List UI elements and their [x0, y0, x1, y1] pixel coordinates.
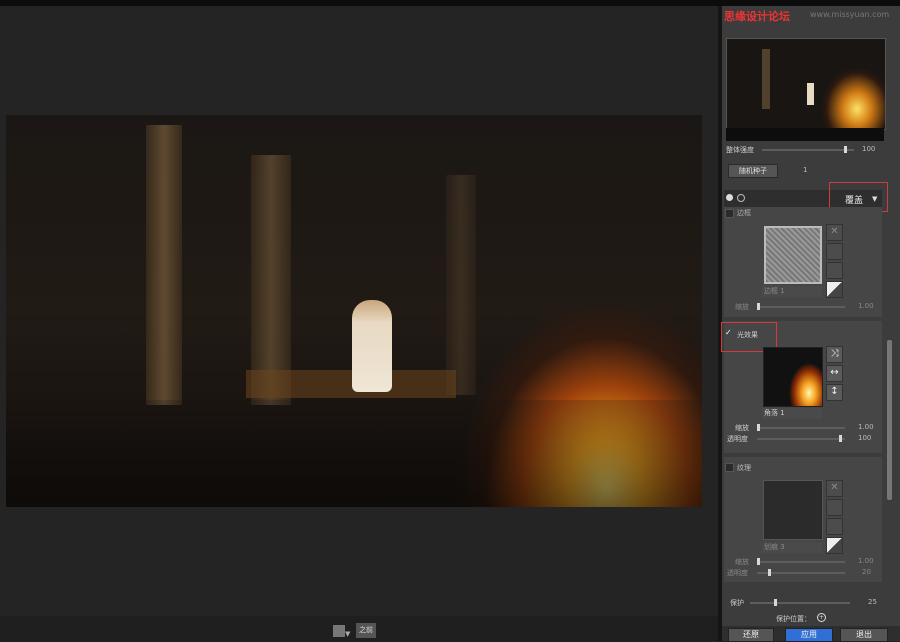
light-scale-slider[interactable]	[757, 427, 845, 429]
shuffle-icon[interactable]: ✕	[826, 224, 843, 241]
preview-figure	[807, 83, 814, 105]
pillar-center	[251, 155, 291, 405]
watermark: 思缘设计论坛	[724, 10, 790, 23]
border-scale-value: 1.00	[858, 302, 874, 310]
invert-icon[interactable]	[826, 537, 843, 554]
border-preset-select[interactable]: 边框 1	[762, 286, 822, 297]
texture-checkbox[interactable]	[725, 463, 734, 472]
radio-on-icon[interactable]	[726, 194, 733, 201]
texture-thumbnail[interactable]	[763, 480, 823, 540]
light-opacity-value: 100	[858, 434, 872, 442]
protect-value: 25	[868, 598, 877, 606]
light-effect-thumbnail[interactable]	[763, 347, 823, 407]
panel-scrollbar[interactable]	[887, 340, 892, 500]
photo-preview[interactable]	[6, 115, 702, 507]
reset-button[interactable]: 还原	[728, 628, 774, 642]
watermark-url: www.missyuan.com	[810, 10, 890, 19]
chevron-down-icon[interactable]: ▼	[345, 630, 350, 638]
overall-opacity-slider[interactable]	[762, 149, 854, 151]
light-opacity-thumb[interactable]	[839, 435, 842, 442]
texture-opacity-label: 透明度	[727, 569, 748, 577]
light-opacity-slider[interactable]	[757, 438, 845, 440]
border-scale-slider[interactable]	[757, 306, 845, 308]
overall-opacity-label: 整体强度	[726, 146, 754, 154]
light-opacity-label: 透明度	[727, 435, 748, 443]
texture-scale-thumb[interactable]	[757, 558, 760, 565]
light-scale-value: 1.00	[858, 423, 874, 431]
floor-reflection	[6, 400, 702, 507]
shuffle-icon[interactable]: ✕	[826, 480, 843, 497]
texture-scale-label: 缩放	[735, 558, 749, 566]
border-scale-thumb[interactable]	[757, 303, 760, 310]
pillar-left	[146, 125, 182, 405]
flip-vertical-icon[interactable]: ↕	[826, 384, 843, 401]
kneeling-figure	[352, 300, 392, 392]
navigator-preview[interactable]	[726, 38, 886, 130]
crosshair-icon[interactable]: +	[817, 613, 826, 622]
light-scale-label: 缩放	[735, 424, 749, 432]
preview-strip	[726, 128, 884, 141]
exit-button[interactable]: 退出	[840, 628, 888, 642]
protect-slider[interactable]	[750, 602, 850, 604]
border-label: 边框	[737, 209, 751, 217]
texture-opacity-thumb[interactable]	[768, 569, 771, 576]
color-swatch[interactable]	[333, 625, 345, 637]
overall-opacity-thumb[interactable]	[844, 146, 847, 153]
protect-thumb[interactable]	[774, 599, 777, 606]
stage-ledge	[246, 370, 456, 398]
texture-preset-select[interactable]: 划痕 3	[762, 542, 822, 553]
random-seed-button[interactable]: 随机种子	[728, 164, 778, 178]
before-button[interactable]: 之前	[356, 623, 376, 638]
protect-label: 保护	[730, 599, 744, 607]
border-checkbox[interactable]	[725, 209, 734, 218]
invert-icon[interactable]	[826, 281, 843, 298]
light-effect-preset-select[interactable]: 角落 1	[762, 408, 822, 419]
flip-horizontal-icon[interactable]: ↔	[826, 365, 843, 382]
flip-horizontal-icon[interactable]	[826, 499, 843, 516]
overall-opacity-value: 100	[862, 145, 876, 153]
light-scale-thumb[interactable]	[757, 424, 760, 431]
flip-horizontal-icon[interactable]	[826, 243, 843, 260]
preview-pillar	[762, 49, 770, 109]
radio-off-icon[interactable]	[737, 194, 745, 202]
pillar-right	[446, 175, 476, 395]
border-scale-label: 缩放	[735, 303, 749, 311]
texture-opacity-value: 20	[862, 568, 871, 576]
texture-scale-value: 1.00	[858, 557, 874, 565]
shuffle-icon[interactable]: ⤨	[826, 346, 843, 363]
texture-scale-slider[interactable]	[757, 561, 845, 563]
texture-label: 纹理	[737, 464, 751, 472]
random-seed-value: 1	[803, 166, 808, 174]
flip-vertical-icon[interactable]	[826, 262, 843, 279]
border-thumbnail[interactable]	[764, 226, 822, 284]
protect-position-label: 保护位置：	[776, 615, 811, 623]
apply-button[interactable]: 应用	[785, 628, 833, 642]
flip-vertical-icon[interactable]	[826, 518, 843, 535]
